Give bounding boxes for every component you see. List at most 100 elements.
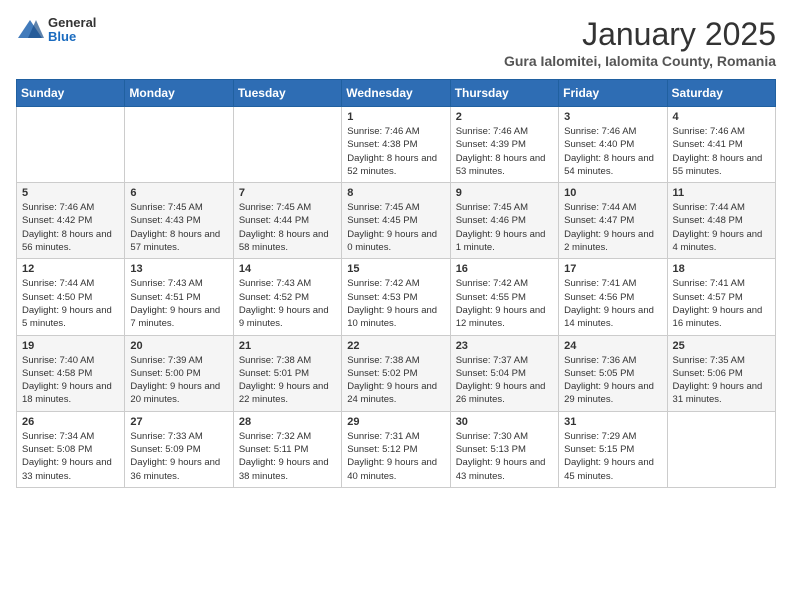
day-number: 31 — [564, 416, 661, 428]
day-number: 14 — [239, 263, 336, 275]
day-number: 18 — [673, 263, 770, 275]
calendar-day-cell — [17, 107, 125, 183]
day-info: Sunrise: 7:43 AM Sunset: 4:51 PM Dayligh… — [130, 277, 227, 330]
calendar-day-cell: 18 Sunrise: 7:41 AM Sunset: 4:57 PM Dayli… — [667, 259, 775, 335]
day-number: 23 — [456, 340, 553, 352]
day-info: Sunrise: 7:45 AM Sunset: 4:43 PM Dayligh… — [130, 201, 227, 254]
day-number: 13 — [130, 263, 227, 275]
day-info: Sunrise: 7:30 AM Sunset: 5:13 PM Dayligh… — [456, 430, 553, 483]
day-number: 3 — [564, 111, 661, 123]
calendar-day-cell: 24 Sunrise: 7:36 AM Sunset: 5:05 PM Dayli… — [559, 335, 667, 411]
calendar-day-cell: 26Sunrise: 7:34 AM Sunset: 5:08 PM Dayli… — [17, 411, 125, 487]
logo-blue-text: Blue — [48, 30, 96, 44]
logo-text: General Blue — [48, 16, 96, 45]
calendar-day-cell: 25 Sunrise: 7:35 AM Sunset: 5:06 PM Dayli… — [667, 335, 775, 411]
day-number: 30 — [456, 416, 553, 428]
day-info: Sunrise: 7:36 AM Sunset: 5:05 PM Dayligh… — [564, 354, 661, 407]
day-info: Sunrise: 7:46 AM Sunset: 4:38 PM Dayligh… — [347, 125, 444, 178]
calendar-day-cell: 15 Sunrise: 7:42 AM Sunset: 4:53 PM Dayli… — [342, 259, 450, 335]
day-info: Sunrise: 7:42 AM Sunset: 4:55 PM Dayligh… — [456, 277, 553, 330]
calendar-day-cell: 2 Sunrise: 7:46 AM Sunset: 4:39 PM Daylig… — [450, 107, 558, 183]
location-title: Gura Ialomitei, Ialomita County, Romania — [504, 53, 776, 69]
day-info: Sunrise: 7:45 AM Sunset: 4:44 PM Dayligh… — [239, 201, 336, 254]
day-number: 5 — [22, 187, 119, 199]
title-block: January 2025 Gura Ialomitei, Ialomita Co… — [504, 16, 776, 69]
weekday-header-thursday: Thursday — [450, 80, 558, 107]
calendar-day-cell: 21 Sunrise: 7:38 AM Sunset: 5:01 PM Dayli… — [233, 335, 341, 411]
calendar-day-cell: 19 Sunrise: 7:40 AM Sunset: 4:58 PM Dayli… — [17, 335, 125, 411]
calendar-day-cell: 14 Sunrise: 7:43 AM Sunset: 4:52 PM Dayli… — [233, 259, 341, 335]
day-number: 6 — [130, 187, 227, 199]
day-info: Sunrise: 7:44 AM Sunset: 4:48 PM Dayligh… — [673, 201, 770, 254]
day-info: Sunrise: 7:41 AM Sunset: 4:57 PM Dayligh… — [673, 277, 770, 330]
day-info: Sunrise: 7:46 AM Sunset: 4:42 PM Dayligh… — [22, 201, 119, 254]
day-info: Sunrise: 7:35 AM Sunset: 5:06 PM Dayligh… — [673, 354, 770, 407]
day-info: Sunrise: 7:41 AM Sunset: 4:56 PM Dayligh… — [564, 277, 661, 330]
day-number: 15 — [347, 263, 444, 275]
day-number: 29 — [347, 416, 444, 428]
day-info: Sunrise: 7:29 AM Sunset: 5:15 PM Dayligh… — [564, 430, 661, 483]
weekday-header-sunday: Sunday — [17, 80, 125, 107]
day-number: 4 — [673, 111, 770, 123]
calendar-day-cell: 16Sunrise: 7:42 AM Sunset: 4:55 PM Dayli… — [450, 259, 558, 335]
day-number: 21 — [239, 340, 336, 352]
month-title: January 2025 — [504, 16, 776, 53]
weekday-header-tuesday: Tuesday — [233, 80, 341, 107]
day-info: Sunrise: 7:42 AM Sunset: 4:53 PM Dayligh… — [347, 277, 444, 330]
day-number: 20 — [130, 340, 227, 352]
calendar-day-cell — [233, 107, 341, 183]
day-info: Sunrise: 7:46 AM Sunset: 4:39 PM Dayligh… — [456, 125, 553, 178]
calendar-day-cell: 23Sunrise: 7:37 AM Sunset: 5:04 PM Dayli… — [450, 335, 558, 411]
day-number: 19 — [22, 340, 119, 352]
calendar-week-row: 1 Sunrise: 7:46 AM Sunset: 4:38 PM Daylig… — [17, 107, 776, 183]
calendar-day-cell: 8 Sunrise: 7:45 AM Sunset: 4:45 PM Daylig… — [342, 183, 450, 259]
day-number: 2 — [456, 111, 553, 123]
day-info: Sunrise: 7:38 AM Sunset: 5:01 PM Dayligh… — [239, 354, 336, 407]
day-number: 28 — [239, 416, 336, 428]
calendar-day-cell: 5 Sunrise: 7:46 AM Sunset: 4:42 PM Daylig… — [17, 183, 125, 259]
page-header: General Blue January 2025 Gura Ialomitei… — [16, 16, 776, 69]
calendar-week-row: 5 Sunrise: 7:46 AM Sunset: 4:42 PM Daylig… — [17, 183, 776, 259]
calendar-day-cell: 12 Sunrise: 7:44 AM Sunset: 4:50 PM Dayli… — [17, 259, 125, 335]
calendar-day-cell: 11 Sunrise: 7:44 AM Sunset: 4:48 PM Dayli… — [667, 183, 775, 259]
calendar-day-cell: 1 Sunrise: 7:46 AM Sunset: 4:38 PM Daylig… — [342, 107, 450, 183]
day-number: 10 — [564, 187, 661, 199]
calendar-day-cell: 4Sunrise: 7:46 AM Sunset: 4:41 PM Daylig… — [667, 107, 775, 183]
logo-icon — [16, 16, 44, 44]
calendar-day-cell: 22 Sunrise: 7:38 AM Sunset: 5:02 PM Dayli… — [342, 335, 450, 411]
calendar-week-row: 19 Sunrise: 7:40 AM Sunset: 4:58 PM Dayli… — [17, 335, 776, 411]
day-info: Sunrise: 7:39 AM Sunset: 5:00 PM Dayligh… — [130, 354, 227, 407]
day-info: Sunrise: 7:32 AM Sunset: 5:11 PM Dayligh… — [239, 430, 336, 483]
day-number: 8 — [347, 187, 444, 199]
day-info: Sunrise: 7:45 AM Sunset: 4:45 PM Dayligh… — [347, 201, 444, 254]
day-number: 24 — [564, 340, 661, 352]
weekday-header-friday: Friday — [559, 80, 667, 107]
day-info: Sunrise: 7:44 AM Sunset: 4:47 PM Dayligh… — [564, 201, 661, 254]
weekday-header-monday: Monday — [125, 80, 233, 107]
weekday-header-saturday: Saturday — [667, 80, 775, 107]
calendar-week-row: 26Sunrise: 7:34 AM Sunset: 5:08 PM Dayli… — [17, 411, 776, 487]
day-info: Sunrise: 7:46 AM Sunset: 4:40 PM Dayligh… — [564, 125, 661, 178]
day-info: Sunrise: 7:33 AM Sunset: 5:09 PM Dayligh… — [130, 430, 227, 483]
calendar-day-cell: 10 Sunrise: 7:44 AM Sunset: 4:47 PM Dayli… — [559, 183, 667, 259]
day-info: Sunrise: 7:38 AM Sunset: 5:02 PM Dayligh… — [347, 354, 444, 407]
day-number: 25 — [673, 340, 770, 352]
calendar-day-cell: 6 Sunrise: 7:45 AM Sunset: 4:43 PM Daylig… — [125, 183, 233, 259]
day-info: Sunrise: 7:31 AM Sunset: 5:12 PM Dayligh… — [347, 430, 444, 483]
calendar-day-cell: 13 Sunrise: 7:43 AM Sunset: 4:51 PM Dayli… — [125, 259, 233, 335]
day-number: 11 — [673, 187, 770, 199]
day-number: 26 — [22, 416, 119, 428]
day-info: Sunrise: 7:44 AM Sunset: 4:50 PM Dayligh… — [22, 277, 119, 330]
day-number: 1 — [347, 111, 444, 123]
day-number: 12 — [22, 263, 119, 275]
calendar-day-cell: 3 Sunrise: 7:46 AM Sunset: 4:40 PM Daylig… — [559, 107, 667, 183]
calendar-day-cell: 28 Sunrise: 7:32 AM Sunset: 5:11 PM Dayli… — [233, 411, 341, 487]
calendar-week-row: 12 Sunrise: 7:44 AM Sunset: 4:50 PM Dayli… — [17, 259, 776, 335]
day-info: Sunrise: 7:40 AM Sunset: 4:58 PM Dayligh… — [22, 354, 119, 407]
day-info: Sunrise: 7:45 AM Sunset: 4:46 PM Dayligh… — [456, 201, 553, 254]
calendar-day-cell: 31 Sunrise: 7:29 AM Sunset: 5:15 PM Dayli… — [559, 411, 667, 487]
calendar-table: SundayMondayTuesdayWednesdayThursdayFrid… — [16, 79, 776, 488]
day-number: 22 — [347, 340, 444, 352]
day-info: Sunrise: 7:43 AM Sunset: 4:52 PM Dayligh… — [239, 277, 336, 330]
logo: General Blue — [16, 16, 96, 45]
